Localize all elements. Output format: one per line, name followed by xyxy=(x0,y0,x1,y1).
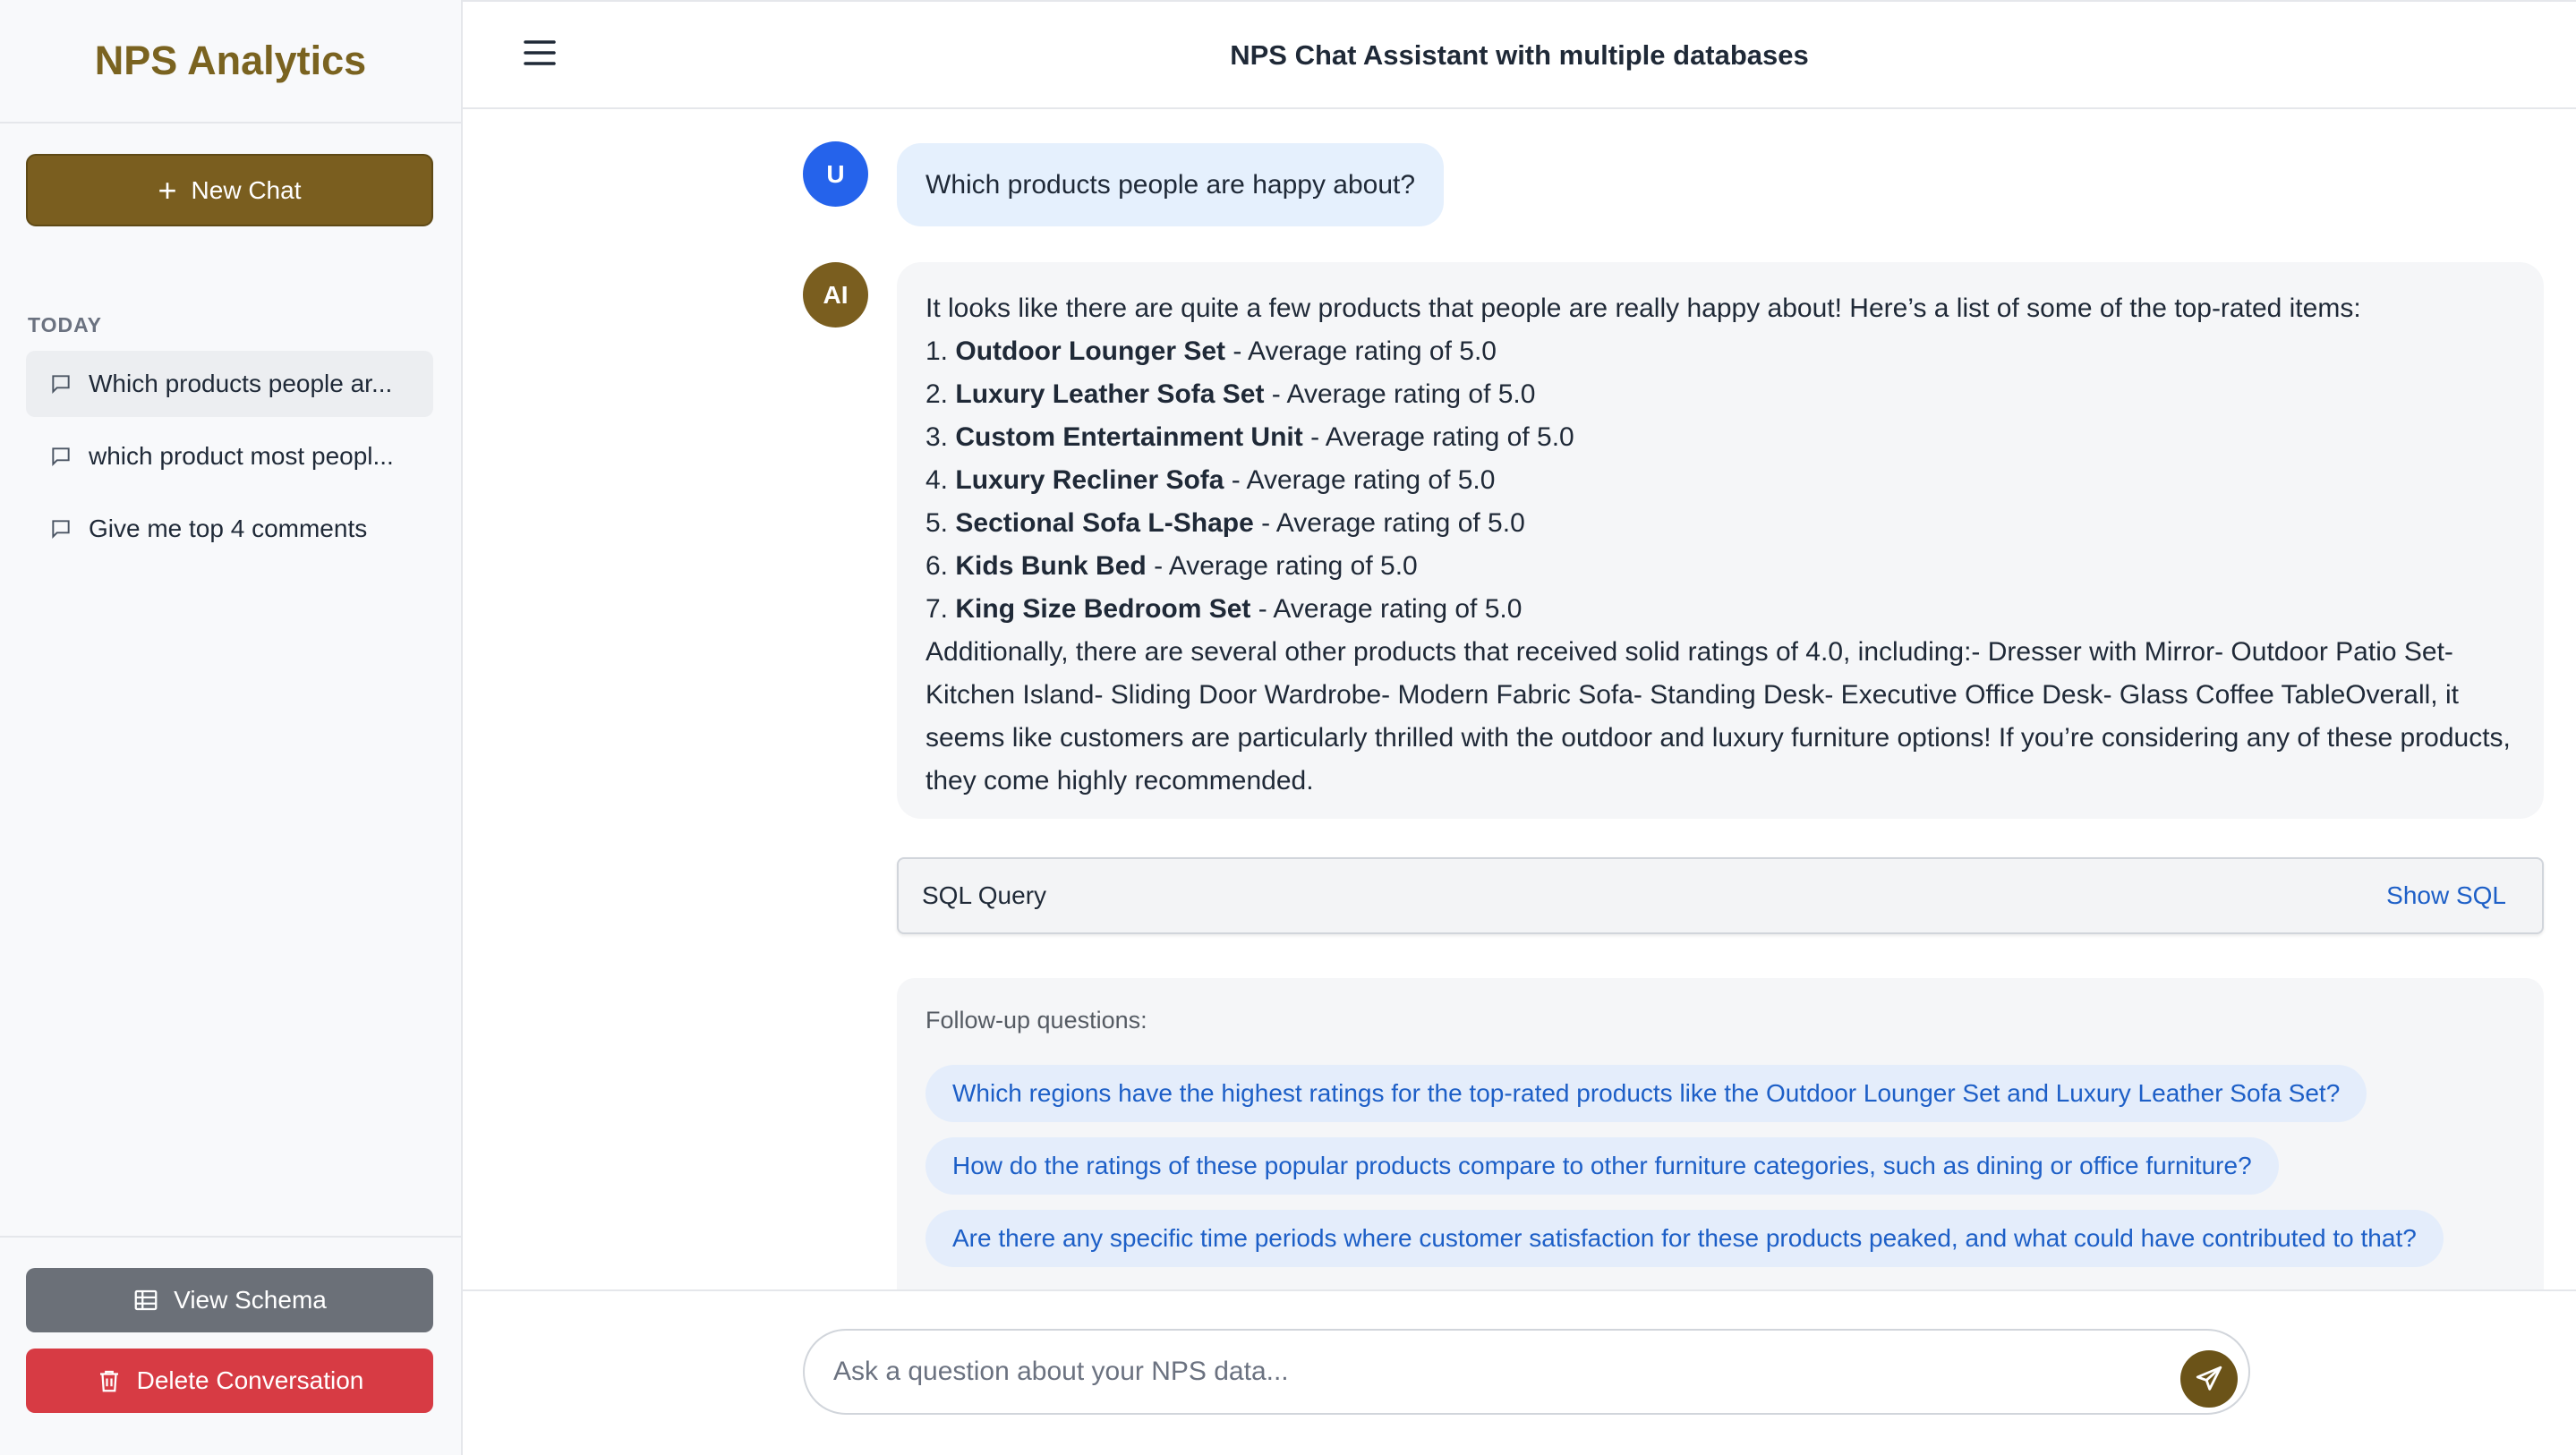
brand-header: NPS Analytics xyxy=(0,0,461,123)
follow-up-panel: Follow-up questions: Which regions have … xyxy=(897,978,2544,1291)
user-avatar: U xyxy=(803,141,868,207)
composer-bar xyxy=(463,1289,2576,1455)
hamburger-menu-icon[interactable] xyxy=(523,38,557,68)
follow-up-question-chip[interactable]: How do the ratings of these popular prod… xyxy=(925,1137,2279,1195)
history-item-label: which product most peopl... xyxy=(89,442,394,470)
follow-up-question-chip[interactable]: Are there any specific time periods wher… xyxy=(925,1210,2444,1267)
history-item-label: Which products people ar... xyxy=(89,370,393,397)
ai-list-item: 4. Luxury Recliner Sofa - Average rating… xyxy=(925,465,1496,495)
history-item[interactable]: which product most peopl... xyxy=(26,423,433,489)
send-button[interactable] xyxy=(2180,1350,2238,1408)
send-icon xyxy=(2196,1366,2222,1391)
trash-icon xyxy=(99,1370,118,1392)
sql-query-title: SQL Query xyxy=(922,881,1047,909)
history-item-label: Give me top 4 comments xyxy=(89,515,368,542)
chat-bubble-icon xyxy=(52,375,70,395)
new-chat-button[interactable]: + New Chat xyxy=(26,154,433,226)
delete-conversation-label: Delete Conversation xyxy=(136,1366,364,1394)
top-bar: NPS Chat Assistant with multiple databas… xyxy=(463,0,2576,109)
follow-up-question-chip[interactable]: Which regions have the highest ratings f… xyxy=(925,1065,2367,1122)
ai-list-item: 5. Sectional Sofa L-Shape - Average rati… xyxy=(925,508,1525,538)
table-icon xyxy=(134,1289,158,1311)
chat-history-list: Which products people ar... which produc… xyxy=(26,351,433,568)
sidebar-footer: View Schema Delete Conversation xyxy=(0,1236,461,1455)
delete-conversation-button[interactable]: Delete Conversation xyxy=(26,1349,433,1413)
follow-up-label: Follow-up questions: xyxy=(925,1007,1147,1034)
ai-list-item: 1. Outdoor Lounger Set - Average rating … xyxy=(925,336,1497,366)
view-schema-button[interactable]: View Schema xyxy=(26,1268,433,1332)
ai-list-item: 3. Custom Entertainment Unit - Average r… xyxy=(925,422,1574,452)
ai-list-item: 2. Luxury Leather Sofa Set - Average rat… xyxy=(925,379,1536,409)
brand-title: NPS Analytics xyxy=(94,38,367,83)
ai-list-item: 7. King Size Bedroom Set - Average ratin… xyxy=(925,594,1523,624)
ai-list-item: 6. Kids Bunk Bed - Average rating of 5.0 xyxy=(925,551,1418,581)
chat-bubble-icon xyxy=(52,447,70,467)
history-item[interactable]: Which products people ar... xyxy=(26,351,433,417)
sql-query-panel: SQL Query Show SQL xyxy=(897,857,2544,934)
page-title: NPS Chat Assistant with multiple databas… xyxy=(1230,39,1809,71)
sidebar: NPS Analytics + New Chat TODAY Which pro… xyxy=(0,0,463,1455)
composer xyxy=(803,1329,2250,1415)
show-sql-button[interactable]: Show SQL xyxy=(2386,859,2506,932)
ai-message: It looks like there are quite a few prod… xyxy=(897,262,2544,819)
chat-bubble-icon xyxy=(52,520,70,540)
ai-intro-text: It looks like there are quite a few prod… xyxy=(925,294,2361,323)
history-section-label: TODAY xyxy=(28,313,102,336)
ai-avatar: AI xyxy=(803,262,868,328)
new-chat-label: New Chat xyxy=(191,175,302,204)
user-message: Which products people are happy about? xyxy=(897,143,1445,226)
ai-outro-text: Additionally, there are several other pr… xyxy=(925,637,2511,796)
view-schema-label: View Schema xyxy=(174,1286,327,1314)
question-input[interactable] xyxy=(833,1331,2131,1413)
plus-icon: + xyxy=(158,171,177,208)
history-item[interactable]: Give me top 4 comments xyxy=(26,496,433,562)
